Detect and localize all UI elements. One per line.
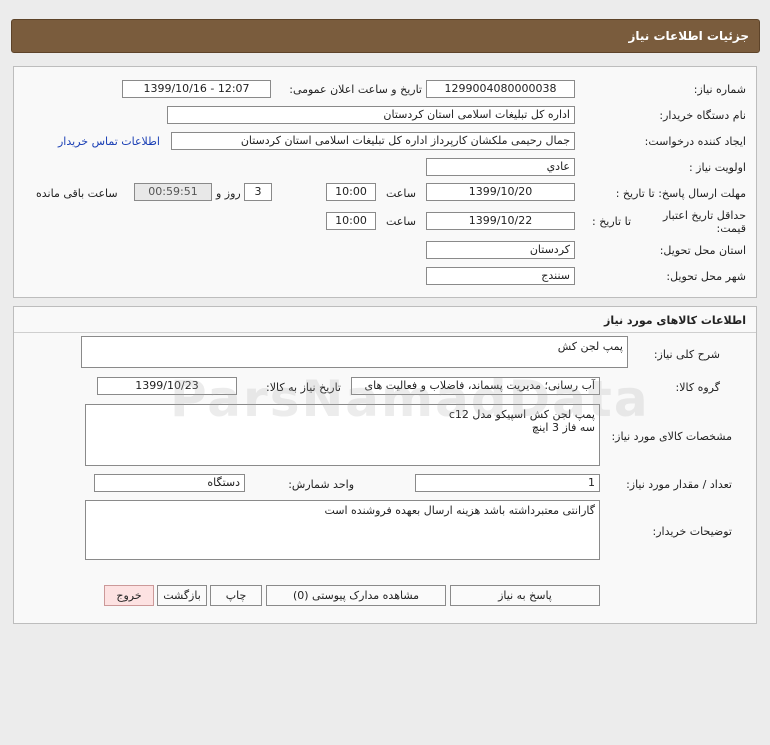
requester-label: ایجاد کننده درخواست:: [644, 135, 746, 148]
unit-label: واحد شمارش:: [288, 478, 354, 491]
quantity-field: 1: [415, 474, 600, 492]
price-validity-time-label: ساعت: [386, 215, 416, 228]
requester-field: جمال رحیمی ملکشان کارپرداز اداره کل تبلی…: [171, 132, 575, 150]
send-deadline-date-field: 1399/10/20: [426, 183, 575, 201]
send-deadline-time-field: 10:00: [326, 183, 376, 201]
remaining-time-field: 00:59:51: [134, 183, 212, 201]
need-number-field: 1299004080000038: [426, 80, 575, 98]
send-deadline-time-label: ساعت: [386, 187, 416, 200]
remaining-time-label: ساعت باقی مانده: [36, 187, 118, 200]
price-validity-time-field: 10:00: [326, 212, 376, 230]
exit-button[interactable]: خروج: [104, 585, 154, 606]
days-remaining-field: 3: [244, 183, 272, 201]
price-validity-label: حداقل تاریخ اعتبار قیمت:: [662, 209, 746, 235]
goods-section-title: اطلاعات کالاهای مورد نیاز: [604, 314, 746, 327]
goods-group-field: آب رسانی؛ مدیریت پسماند، فاضلاب و فعالیت…: [351, 377, 600, 395]
buyer-org-label: نام دستگاه خریدار:: [659, 109, 746, 122]
price-validity-to-label: تا تاریخ :: [592, 215, 631, 228]
attachments-button[interactable]: مشاهده مدارک پیوستی (0): [266, 585, 446, 606]
general-desc-label: شرح کلی نیاز:: [653, 348, 720, 361]
specs-label: مشخصات کالای مورد نیاز:: [611, 430, 732, 443]
page-title: جزئیات اطلاعات نیاز: [628, 29, 749, 43]
goods-group-label: گروه کالا:: [675, 381, 720, 394]
delivery-province-field: کردستان: [426, 241, 575, 259]
priority-label: اولویت نیاز :: [688, 161, 746, 174]
buyer-org-field: اداره کل تبلیغات اسلامی استان کردستان: [167, 106, 575, 124]
need-number-label: شماره نیاز:: [693, 83, 746, 96]
general-desc-field: پمپ لجن کش: [81, 336, 628, 368]
announce-date-field: 1399/10/16 - 12:07: [122, 80, 271, 98]
page-header: جزئیات اطلاعات نیاز: [11, 19, 760, 53]
priority-field: عادي: [426, 158, 575, 176]
back-button[interactable]: بازگشت: [157, 585, 207, 606]
quantity-label: تعداد / مقدار مورد نیاز:: [626, 478, 732, 491]
need-date-field: 1399/10/23: [97, 377, 237, 395]
reply-button[interactable]: پاسخ به نیاز: [450, 585, 600, 606]
announce-date-label: تاریخ و ساعت اعلان عمومی:: [289, 83, 422, 96]
goods-info-panel: اطلاعات کالاهای مورد نیاز شرح کلی نیاز: …: [13, 306, 757, 624]
need-date-label: تاریخ نیاز به کالا:: [266, 381, 341, 394]
section-divider: [14, 332, 756, 333]
delivery-city-label: شهر محل تحویل:: [666, 270, 746, 283]
specs-field: پمپ لجن کش اسپیکو مدل c12 سه فاز 3 اینچ: [85, 404, 600, 466]
buyer-notes-label: توضیحات خریدار:: [652, 525, 733, 538]
price-validity-date-field: 1399/10/22: [426, 212, 575, 230]
need-info-panel: شماره نیاز: 1299004080000038 تاریخ و ساع…: [13, 66, 757, 298]
print-button[interactable]: چاپ: [210, 585, 262, 606]
delivery-city-field: سنندج: [426, 267, 575, 285]
delivery-province-label: استان محل تحویل:: [659, 244, 746, 257]
days-label: روز و: [216, 187, 241, 200]
unit-field: دستگاه: [94, 474, 245, 492]
send-deadline-label: مهلت ارسال پاسخ: تا تاریخ :: [615, 187, 746, 200]
buyer-contact-link[interactable]: اطلاعات تماس خریدار: [58, 135, 160, 148]
buyer-notes-field: گارانتی معتبرداشته باشد هزینه ارسال بعهد…: [85, 500, 600, 560]
